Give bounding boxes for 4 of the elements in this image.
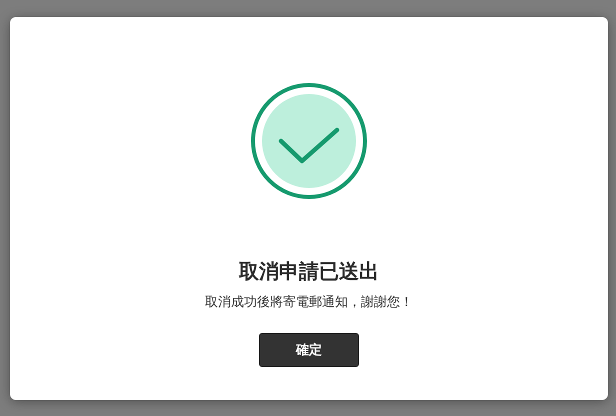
confirm-button[interactable]: 確定 xyxy=(259,333,359,367)
checkmark-icon xyxy=(250,82,368,200)
dialog-message: 取消成功後將寄電郵通知，謝謝您！ xyxy=(205,294,413,312)
dialog-title: 取消申請已送出 xyxy=(239,258,379,284)
